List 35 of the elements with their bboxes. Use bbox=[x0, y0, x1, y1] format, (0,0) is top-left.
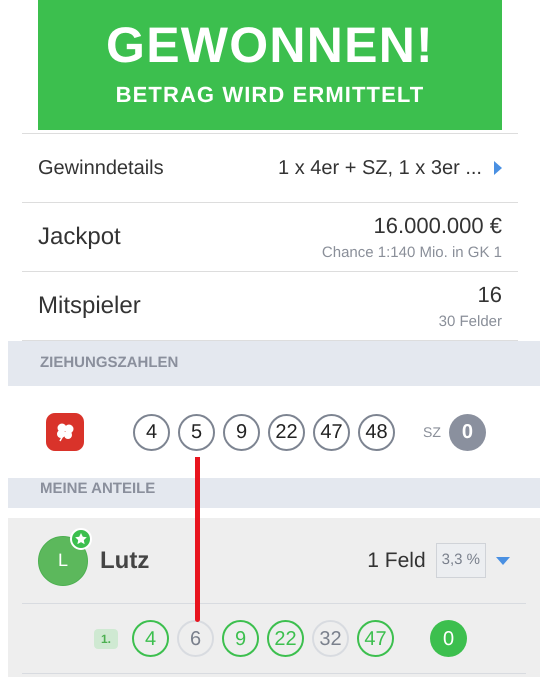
draw-number: 5 bbox=[178, 414, 215, 450]
detail-note: 30 Felder bbox=[438, 312, 502, 332]
draw-number: 47 bbox=[313, 414, 350, 450]
banner-title: GEWONNEN! bbox=[106, 20, 434, 70]
detail-label: Jackpot bbox=[38, 222, 121, 252]
detail-note: Chance 1:140 Mio. in GK 1 bbox=[322, 243, 502, 264]
player-name: Lutz bbox=[100, 546, 150, 576]
player-avatar: L bbox=[38, 536, 88, 586]
detail-value[interactable]: 1 x 4er + SZ, 1 x 3er ... bbox=[278, 153, 482, 183]
banner-subtitle: BETRAG WIRD ERMITTELT bbox=[116, 80, 424, 108]
tip-number: 9 bbox=[222, 620, 259, 657]
draw-number: 9 bbox=[223, 414, 260, 450]
draw-number: 4 bbox=[133, 414, 170, 450]
clover-logo-icon bbox=[46, 413, 84, 451]
section-header: MEINE ANTEILE bbox=[40, 479, 156, 499]
dropdown-caret-icon[interactable] bbox=[496, 556, 510, 564]
field-count: 1 Feld bbox=[367, 548, 426, 574]
tip-number: 22 bbox=[267, 620, 304, 657]
super-number: 0 bbox=[448, 414, 486, 450]
detail-label: Mitspieler bbox=[38, 291, 141, 321]
detail-value: 16 bbox=[478, 281, 502, 310]
super-label: SZ bbox=[423, 422, 441, 442]
super-number: 0 bbox=[430, 620, 467, 657]
row-index: 1. bbox=[94, 628, 118, 648]
draw-number: 48 bbox=[358, 414, 395, 450]
share-percent: 3,3 % bbox=[436, 543, 486, 578]
chevron-right-icon[interactable] bbox=[494, 161, 502, 175]
tip-number: 4 bbox=[132, 620, 169, 657]
tip-number: 32 bbox=[312, 620, 349, 657]
draw-number: 22 bbox=[268, 414, 305, 450]
section-header: ZIEHUNGSZAHLEN bbox=[40, 353, 178, 374]
tip-number: 6 bbox=[177, 620, 214, 657]
detail-label: Gewinndetails bbox=[38, 156, 164, 181]
detail-value: 16.000.000 € bbox=[374, 212, 502, 240]
tip-number: 47 bbox=[357, 620, 394, 657]
